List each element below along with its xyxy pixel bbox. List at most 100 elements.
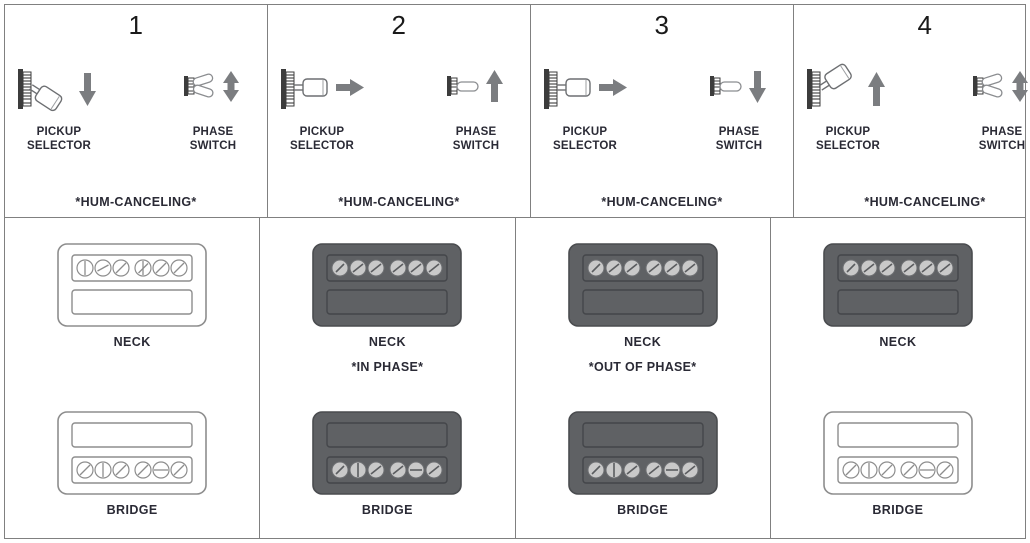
column-number: 2 xyxy=(391,10,407,40)
label-line-2: SELECTOR xyxy=(552,140,617,153)
bridge-pickup-label: BRIDGE xyxy=(872,503,924,517)
switch-row: PICKUP SELECTOR PHASE SWITCH xyxy=(794,63,1030,154)
bridge-pickup-label: BRIDGE xyxy=(617,503,669,517)
phase-switch-label: PHASE SWITCH xyxy=(453,125,500,154)
column-number: 1 xyxy=(128,10,144,40)
bridge-pickup-icon[interactable] xyxy=(311,410,463,496)
label-line-1: PICKUP xyxy=(299,126,345,138)
phase-switch-icon[interactable] xyxy=(178,64,248,116)
phase-switch-icon[interactable] xyxy=(441,64,511,116)
column-1-switches: 1 PICKUP SELECTOR PHASE SWITCH *HUM-CANC… xyxy=(5,5,268,217)
neck-pickup-icon[interactable] xyxy=(822,242,974,328)
neck-pickup-icon[interactable] xyxy=(567,242,719,328)
pickup-selector-icon[interactable] xyxy=(537,64,633,116)
pickup-switching-chart: 1 PICKUP SELECTOR PHASE SWITCH *HUM-CANC… xyxy=(0,0,1030,543)
phase-switch-group[interactable]: PHASE SWITCH xyxy=(685,64,793,154)
label-line-2: SWITCH xyxy=(978,140,1026,153)
pickup-selector-icon[interactable] xyxy=(11,64,107,116)
pickup-selector-label: PICKUP SELECTOR xyxy=(553,125,617,154)
neck-pickup-block: NECK xyxy=(311,242,463,349)
phase-switch-icon[interactable] xyxy=(704,64,774,116)
pickup-selector-group[interactable]: PICKUP SELECTOR xyxy=(794,63,902,154)
direction-arrow-up xyxy=(868,72,885,106)
bridge-pickup-block: BRIDGE xyxy=(567,410,719,517)
pickup-stack: NECK BRIDGE xyxy=(771,218,1025,517)
label-line-2: SWITCH xyxy=(189,140,237,153)
label-line-2: SELECTOR xyxy=(289,140,354,153)
bridge-pickup-icon[interactable] xyxy=(822,410,974,496)
bridge-pickup-block: BRIDGE xyxy=(311,410,463,517)
column-number: 4 xyxy=(917,10,933,40)
bridge-pickup-block: BRIDGE xyxy=(822,410,974,517)
label-line-2: SWITCH xyxy=(452,140,500,153)
neck-pickup-label: NECK xyxy=(113,335,151,349)
label-line-1: PHASE xyxy=(981,126,1023,138)
neck-pickup-block: NECK xyxy=(822,242,974,349)
column-3-switches: 3 PICKUP SELECTOR PHASE SWITCH *HUM-CANC… xyxy=(531,5,794,217)
direction-arrow-right xyxy=(336,79,364,96)
pickup-selector-label: PICKUP SELECTOR xyxy=(816,125,880,154)
label-line-2: SELECTOR xyxy=(815,140,880,153)
neck-pickup-label: NECK xyxy=(624,335,662,349)
bridge-pickup-label: BRIDGE xyxy=(106,503,158,517)
column-1-pickups: NECK BRIDGE xyxy=(5,218,261,538)
pickup-configuration-row: NECK BRIDGE NECK *IN PHASE* BRIDGE NECK … xyxy=(5,218,1025,538)
pickup-selector-label: PICKUP SELECTOR xyxy=(290,125,354,154)
phase-switch-label: PHASE SWITCH xyxy=(190,125,237,154)
pickup-selector-label: PICKUP SELECTOR xyxy=(27,125,91,154)
phase-relation-label: *IN PHASE* xyxy=(351,360,424,374)
column-2-pickups: NECK *IN PHASE* BRIDGE xyxy=(260,218,516,538)
phase-switch-group[interactable]: PHASE SWITCH xyxy=(159,64,267,154)
neck-pickup-block: NECK xyxy=(567,242,719,349)
direction-arrow-up-down xyxy=(1012,71,1028,102)
column-4-pickups: NECK BRIDGE xyxy=(771,218,1025,538)
bridge-pickup-block: BRIDGE xyxy=(56,410,208,517)
column-number: 3 xyxy=(654,10,670,40)
phase-switch-group[interactable]: PHASE SWITCH xyxy=(422,64,530,154)
label-line-2: SWITCH xyxy=(715,140,763,153)
direction-arrow-up-down xyxy=(223,71,239,102)
pickup-selector-icon[interactable] xyxy=(274,64,370,116)
label-line-1: PHASE xyxy=(718,126,760,138)
bridge-pickup-icon[interactable] xyxy=(567,410,719,496)
neck-pickup-label: NECK xyxy=(879,335,917,349)
hum-canceling-label: *HUM-CANCELING* xyxy=(864,195,986,209)
phase-relation-label: *OUT OF PHASE* xyxy=(588,360,697,374)
pickup-selector-group[interactable]: PICKUP SELECTOR xyxy=(268,64,376,154)
pickup-selector-icon[interactable] xyxy=(800,63,896,116)
neck-pickup-icon[interactable] xyxy=(56,242,208,328)
switch-row: PICKUP SELECTOR PHASE SWITCH xyxy=(5,64,267,154)
pickup-stack: NECK *OUT OF PHASE* BRIDGE xyxy=(516,218,770,517)
hum-canceling-label: *HUM-CANCELING* xyxy=(601,195,723,209)
phase-switch-label: PHASE SWITCH xyxy=(979,125,1026,154)
neck-pickup-icon[interactable] xyxy=(311,242,463,328)
label-line-1: PHASE xyxy=(192,126,234,138)
pickup-selector-group[interactable]: PICKUP SELECTOR xyxy=(5,64,113,154)
column-4-switches: 4 PICKUP SELECTOR PHASE SWITCH *HUM-CANC… xyxy=(794,5,1030,217)
hum-canceling-label: *HUM-CANCELING* xyxy=(75,195,197,209)
label-line-1: PICKUP xyxy=(825,126,871,138)
pickup-stack: NECK *IN PHASE* BRIDGE xyxy=(260,218,514,517)
switch-position-row: 1 PICKUP SELECTOR PHASE SWITCH *HUM-CANC… xyxy=(5,5,1028,218)
label-line-1: PICKUP xyxy=(36,126,82,138)
direction-arrow-up xyxy=(486,70,503,102)
direction-arrow-down xyxy=(749,71,766,103)
phase-switch-label: PHASE SWITCH xyxy=(716,125,763,154)
chart-grid: 1 PICKUP SELECTOR PHASE SWITCH *HUM-CANC… xyxy=(4,4,1028,539)
neck-pickup-block: NECK xyxy=(56,242,208,349)
pickup-selector-group[interactable]: PICKUP SELECTOR xyxy=(531,64,639,154)
switch-row: PICKUP SELECTOR PHASE SWITCH xyxy=(268,64,530,154)
switch-row: PICKUP SELECTOR PHASE SWITCH xyxy=(531,64,793,154)
bridge-pickup-label: BRIDGE xyxy=(361,503,413,517)
bridge-pickup-icon[interactable] xyxy=(56,410,208,496)
column-3-pickups: NECK *OUT OF PHASE* BRIDGE xyxy=(516,218,771,538)
pickup-stack: NECK BRIDGE xyxy=(5,218,259,517)
neck-pickup-label: NECK xyxy=(368,335,406,349)
label-line-1: PHASE xyxy=(455,126,497,138)
direction-arrow-right xyxy=(599,79,627,96)
phase-switch-group[interactable]: PHASE SWITCH xyxy=(948,64,1030,154)
hum-canceling-label: *HUM-CANCELING* xyxy=(338,195,460,209)
label-line-2: SELECTOR xyxy=(26,140,91,153)
phase-switch-icon[interactable] xyxy=(967,64,1030,116)
column-2-switches: 2 PICKUP SELECTOR PHASE SWITCH *HUM-CANC… xyxy=(268,5,531,217)
